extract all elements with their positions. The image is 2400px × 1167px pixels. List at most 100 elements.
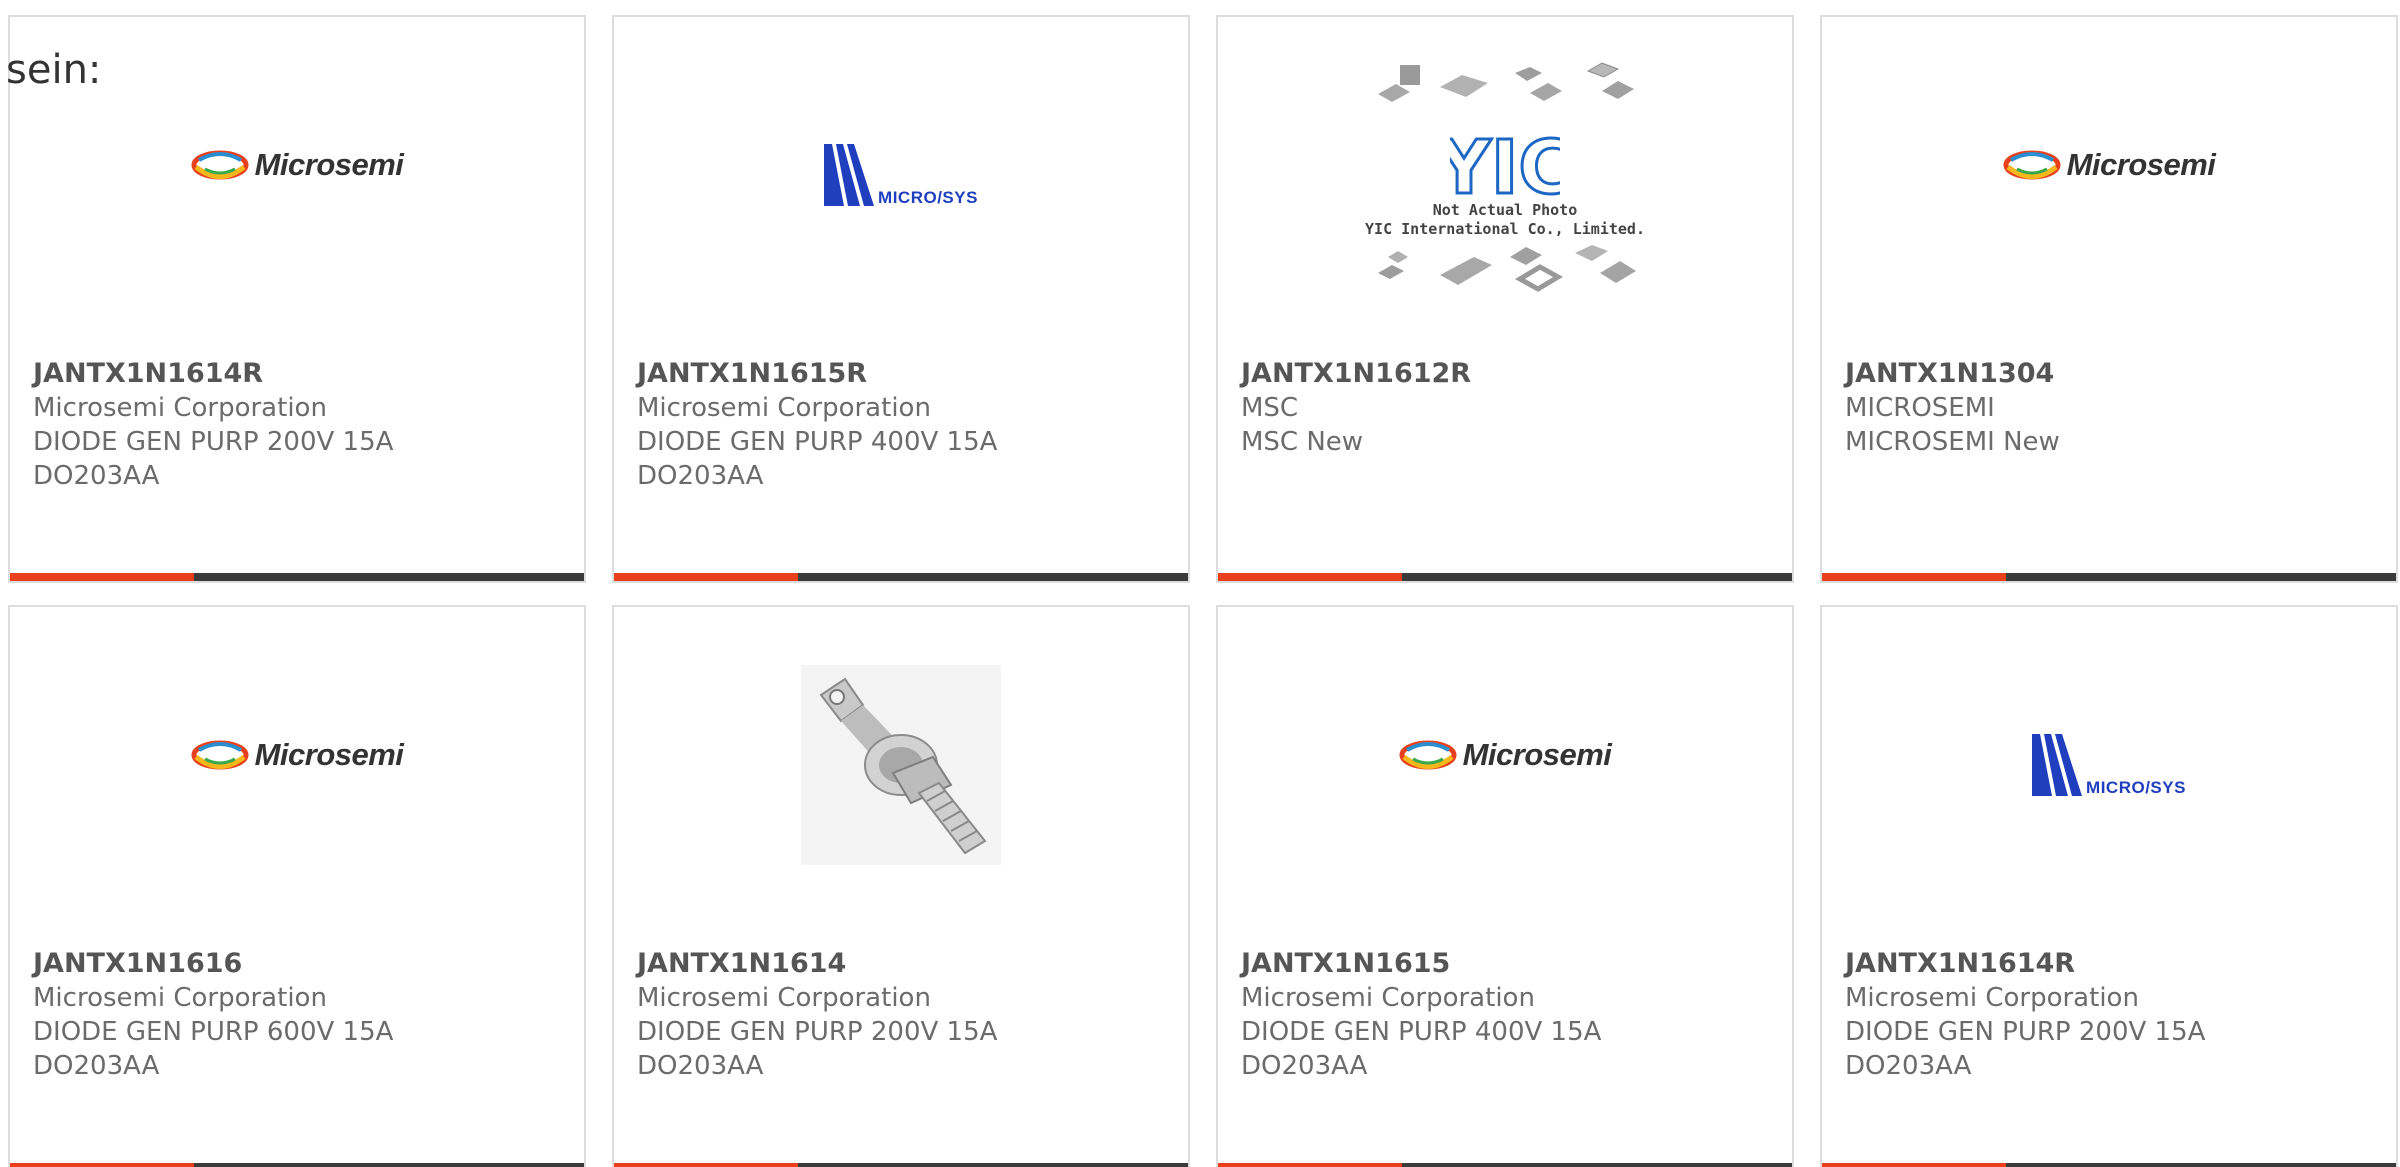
product-info: JANTX1N1614R Microsemi Corporation DIODE… [1845,947,2386,1083]
part-number[interactable]: JANTX1N1616 [33,947,574,981]
package: DO203AA [1845,1051,1972,1081]
microsys-mark-icon [2032,733,2083,796]
microsemi-swirl-icon [2003,150,2061,179]
microsemi-swirl-icon [191,740,249,769]
product-info: JANTX1N1614 Microsemi Corporation DIODE … [637,947,1178,1083]
part-number[interactable]: JANTX1N1614R [1845,947,2386,981]
product-info: JANTX1N1615R Microsemi Corporation DIODE… [637,357,1178,493]
manufacturer: Microsemi Corporation [1241,983,1535,1013]
product-grid: Microsemi JANTX1N1614R Microsemi Corpora… [8,15,2400,1167]
card-accent-bar [614,573,798,581]
product-image: MICRO/SYS [614,17,1188,357]
part-number[interactable]: JANTX1N1612R [1241,357,1782,391]
microsemi-logo: Microsemi [1399,737,1612,773]
package: DO203AA [637,1051,764,1081]
description: DIODE GEN PURP 600V 15A [33,1017,394,1047]
microsemi-logo: Microsemi [191,737,404,773]
product-card[interactable]: JANTX1N1614 Microsemi Corporation DIODE … [612,605,1190,1167]
stud-diode-photo [801,665,1001,869]
microsemi-wordmark: Microsemi [1462,736,1612,772]
description: DIODE GEN PURP 400V 15A [637,427,998,457]
product-info: JANTX1N1615 Microsemi Corporation DIODE … [1241,947,1782,1083]
part-number[interactable]: JANTX1N1614R [33,357,574,391]
product-image: MICRO/SYS [1822,607,2396,947]
yic-placeholder-image: YIC Not Actual Photo YIC International C… [1365,59,1645,295]
image-caption-line2: YIC International Co., Limited. [1365,220,1645,238]
product-image [614,607,1188,947]
microsemi-swirl-icon [1399,740,1457,769]
microsemi-logo: Microsemi [191,147,404,183]
image-caption-line1: Not Actual Photo [1432,201,1578,219]
package: DO203AA [637,461,764,491]
description: DIODE GEN PURP 400V 15A [1241,1017,1602,1047]
card-accent-bar [614,1163,798,1167]
intro-text: sein: [6,47,102,93]
product-card[interactable]: Microsemi JANTX1N1304 MICROSEMI MICROSEM… [1820,15,2398,583]
microsemi-logo: Microsemi [2003,147,2216,183]
chip-packages-icon [1378,245,1636,292]
stud-diode-icon [801,665,1001,865]
product-card[interactable]: Microsemi JANTX1N1616 Microsemi Corporat… [8,605,586,1167]
part-number[interactable]: JANTX1N1615R [637,357,1178,391]
manufacturer: MSC [1241,393,1299,423]
package: DO203AA [33,1051,160,1081]
microsys-logo: MICRO/SYS [824,143,978,207]
product-card[interactable]: Microsemi JANTX1N1614R Microsemi Corpora… [8,15,586,583]
yic-logo-icon: YIC [1450,129,1560,201]
part-number[interactable]: JANTX1N1615 [1241,947,1782,981]
manufacturer: Microsemi Corporation [637,983,931,1013]
product-image: Microsemi [1822,17,2396,357]
product-image: Microsemi [10,607,584,947]
manufacturer: Microsemi Corporation [637,393,931,423]
microsys-wordmark: MICRO/SYS [878,187,978,207]
card-bottom-bar [1218,573,1792,581]
description: MICROSEMI New [1845,427,2060,457]
card-bottom-bar [614,1163,1188,1167]
product-card[interactable]: YIC Not Actual Photo YIC International C… [1216,15,1794,583]
manufacturer: Microsemi Corporation [33,983,327,1013]
card-accent-bar [1822,573,2006,581]
product-image: YIC Not Actual Photo YIC International C… [1218,17,1792,357]
microsys-logo: MICRO/SYS [2032,733,2186,797]
microsemi-swirl-icon [191,150,249,179]
card-bottom-bar [1822,573,2396,581]
image-caption: Not Actual Photo YIC International Co., … [1365,201,1645,239]
manufacturer: MICROSEMI [1845,393,1995,423]
card-bottom-bar [1822,1163,2396,1167]
microsys-mark-icon [824,143,875,206]
microsys-wordmark: MICRO/SYS [2086,777,2186,797]
part-number[interactable]: JANTX1N1614 [637,947,1178,981]
product-card[interactable]: MICRO/SYS JANTX1N1615R Microsemi Corpora… [612,15,1190,583]
card-bottom-bar [614,573,1188,581]
card-accent-bar [10,573,194,581]
description: DIODE GEN PURP 200V 15A [1845,1017,2206,1047]
yic-logo-text: YIC [1450,129,1560,201]
product-card[interactable]: Microsemi JANTX1N1615 Microsemi Corporat… [1216,605,1794,1167]
package: DO203AA [33,461,160,491]
card-accent-bar [1822,1163,2006,1167]
chip-packages-icon [1378,62,1634,102]
card-accent-bar [1218,573,1402,581]
description: MSC New [1241,427,1364,457]
microsemi-wordmark: Microsemi [254,146,404,182]
microsemi-wordmark: Microsemi [2066,146,2216,182]
part-number[interactable]: JANTX1N1304 [1845,357,2386,391]
package: DO203AA [1241,1051,1368,1081]
description: DIODE GEN PURP 200V 15A [33,427,394,457]
card-accent-bar [1218,1163,1402,1167]
manufacturer: Microsemi Corporation [33,393,327,423]
card-accent-bar [10,1163,194,1167]
card-bottom-bar [10,1163,584,1167]
product-info: JANTX1N1612R MSC MSC New [1241,357,1782,459]
product-info: JANTX1N1614R Microsemi Corporation DIODE… [33,357,574,493]
description: DIODE GEN PURP 200V 15A [637,1017,998,1047]
card-bottom-bar [1218,1163,1792,1167]
product-card[interactable]: MICRO/SYS JANTX1N1614R Microsemi Corpora… [1820,605,2398,1167]
microsemi-wordmark: Microsemi [254,736,404,772]
card-bottom-bar [10,573,584,581]
product-image: Microsemi [1218,607,1792,947]
manufacturer: Microsemi Corporation [1845,983,2139,1013]
product-info: JANTX1N1304 MICROSEMI MICROSEMI New [1845,357,2386,459]
page: sein: Microsemi JANTX1N1614R Microsemi C… [0,0,2400,1167]
product-info: JANTX1N1616 Microsemi Corporation DIODE … [33,947,574,1083]
